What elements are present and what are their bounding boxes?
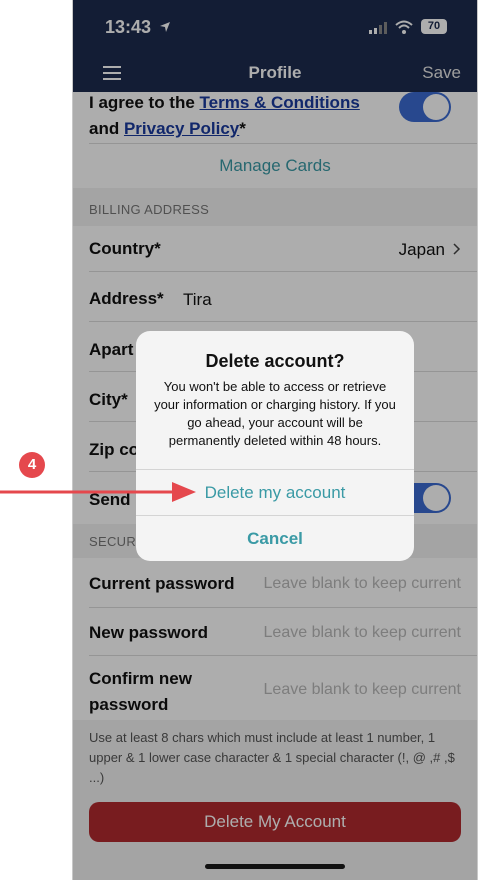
phone-screen: 13:43 70 Profile Save I agree to the Ter… (72, 0, 478, 880)
dialog-title: Delete account? (205, 351, 345, 371)
step-badge: 4 (19, 452, 45, 478)
home-indicator (205, 864, 345, 869)
pointer-arrow-icon (0, 482, 196, 502)
dialog-message: You won't be able to access or retrieve … (154, 379, 396, 448)
cancel-button[interactable]: Cancel (136, 515, 414, 561)
delete-account-dialog: Delete account? You won't be able to acc… (136, 331, 414, 561)
